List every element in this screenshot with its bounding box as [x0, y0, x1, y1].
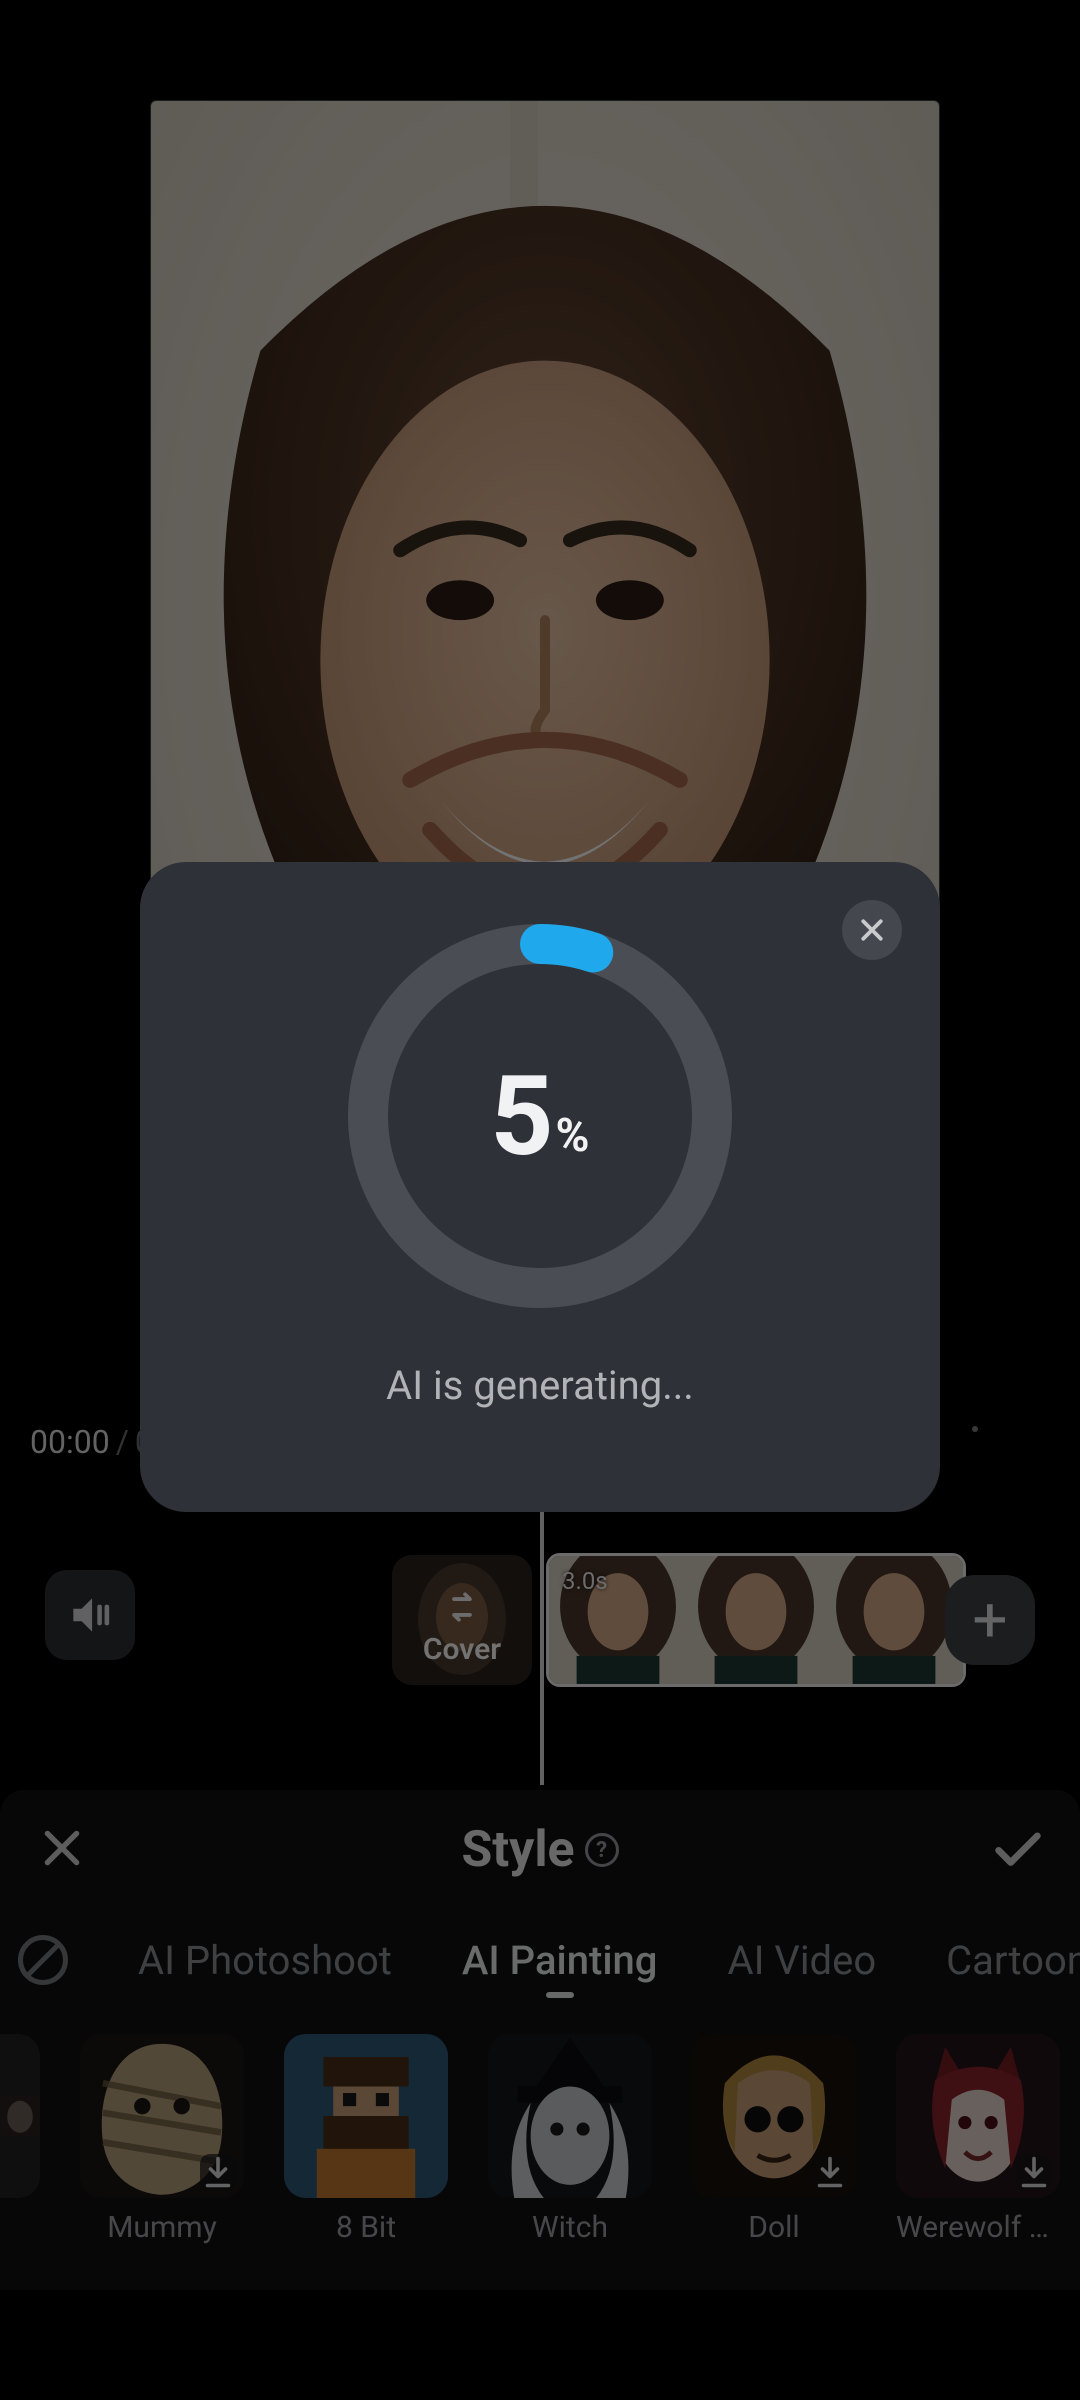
close-icon [857, 915, 887, 945]
progress-status-text: AI is generating... [386, 1362, 694, 1409]
progress-ring: 5 % [340, 916, 740, 1316]
modal-close-button[interactable] [842, 900, 902, 960]
progress-unit: % [556, 1109, 590, 1163]
progress-value: 5 [490, 1052, 553, 1181]
progress-modal: 5 % AI is generating... [140, 862, 940, 1512]
